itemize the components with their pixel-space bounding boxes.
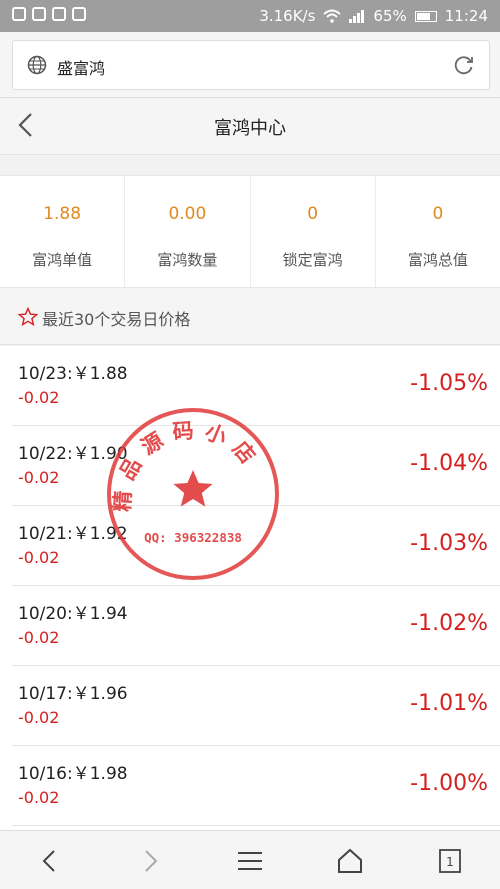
stat-total-value: 0 富鸿总值 — [376, 176, 500, 287]
section-title: 最近30个交易日价格 — [42, 310, 191, 329]
shield-icon — [52, 7, 66, 21]
price-change: -0.02 — [18, 468, 60, 487]
price-change: -0.02 — [18, 548, 60, 567]
stat-value: 0 — [307, 204, 319, 224]
nav-back-icon[interactable] — [36, 847, 64, 875]
url-text: 盛富鸿 — [57, 59, 106, 78]
home-icon[interactable] — [336, 847, 364, 875]
stat-value: 0.00 — [168, 204, 207, 224]
status-bar: 3.16K/s 65% 11:24 — [0, 0, 500, 32]
list-item[interactable]: 10/21:￥1.92 -0.02 -1.03% — [12, 506, 500, 586]
tabs-icon[interactable]: 1 — [436, 847, 464, 875]
stat-value: 1.88 — [43, 204, 82, 224]
percent-change: -1.01% — [410, 691, 488, 716]
browser-bar: 盛富鸿 — [0, 32, 500, 98]
notification-icons — [12, 7, 86, 21]
date-price: 10/20:￥1.94 — [18, 604, 128, 624]
stat-unit-value: 1.88 富鸿单值 — [0, 176, 126, 287]
price-change: -0.02 — [18, 628, 60, 647]
date-price: 10/23:￥1.88 — [18, 364, 128, 384]
page-header: 富鸿中心 — [0, 99, 500, 155]
date-price: 10/16:￥1.98 — [18, 764, 128, 784]
date-price: 10/17:￥1.96 — [18, 684, 128, 704]
list-item[interactable]: 10/17:￥1.96 -0.02 -1.01% — [12, 666, 500, 746]
notification-icon — [12, 7, 26, 21]
percent-change: -1.05% — [410, 371, 488, 396]
list-item[interactable]: 10/22:￥1.90 -0.02 -1.04% — [12, 426, 500, 506]
page-title: 富鸿中心 — [214, 118, 286, 139]
signal-icon — [349, 9, 365, 23]
battery-icon — [414, 10, 437, 22]
list-item[interactable]: 10/16:￥1.98 -0.02 -1.00% — [12, 746, 500, 826]
stat-label: 富鸿总值 — [407, 251, 468, 269]
date-price: 10/22:￥1.90 — [18, 444, 128, 464]
price-change: -0.02 — [18, 788, 60, 807]
stat-locked: 0 锁定富鸿 — [251, 176, 376, 287]
stat-value: 0 — [432, 204, 444, 224]
price-change: -0.02 — [18, 708, 60, 727]
stat-label: 富鸿数量 — [157, 251, 218, 269]
percent-change: -1.02% — [410, 611, 488, 636]
clock: 11:24 — [444, 7, 488, 25]
price-change: -0.02 — [18, 388, 60, 407]
price-list: 10/23:￥1.88 -0.02 -1.05% 10/22:￥1.90 -0.… — [0, 346, 500, 830]
section-header: 最近30个交易日价格 — [0, 289, 500, 345]
list-item[interactable]: 10/20:￥1.94 -0.02 -1.02% — [12, 586, 500, 666]
percent-change: -1.03% — [410, 531, 488, 556]
date-price: 10/21:￥1.92 — [18, 524, 128, 544]
menu-icon[interactable] — [236, 847, 264, 875]
address-bar[interactable]: 盛富鸿 — [12, 40, 490, 90]
stat-quantity: 0.00 富鸿数量 — [125, 176, 251, 287]
tab-count: 1 — [446, 855, 454, 869]
stat-label: 锁定富鸿 — [282, 251, 343, 269]
apps-icon — [72, 7, 86, 21]
stat-label: 富鸿单值 — [32, 251, 93, 269]
nav-forward-icon[interactable] — [136, 847, 164, 875]
globe-icon — [27, 55, 47, 75]
star-outline-icon — [18, 307, 38, 327]
network-speed: 3.16K/s — [259, 7, 316, 25]
stats-panel: 1.88 富鸿单值 0.00 富鸿数量 0 锁定富鸿 0 富鸿总值 — [0, 175, 500, 288]
battery-percent: 65% — [373, 7, 407, 25]
image-icon — [32, 7, 46, 21]
wifi-icon — [323, 9, 342, 23]
refresh-icon[interactable] — [453, 54, 475, 76]
percent-change: -1.04% — [410, 451, 488, 476]
list-item[interactable]: 10/23:￥1.88 -0.02 -1.05% — [12, 346, 500, 426]
bottom-nav: 1 — [0, 830, 500, 889]
percent-change: -1.00% — [410, 771, 488, 796]
